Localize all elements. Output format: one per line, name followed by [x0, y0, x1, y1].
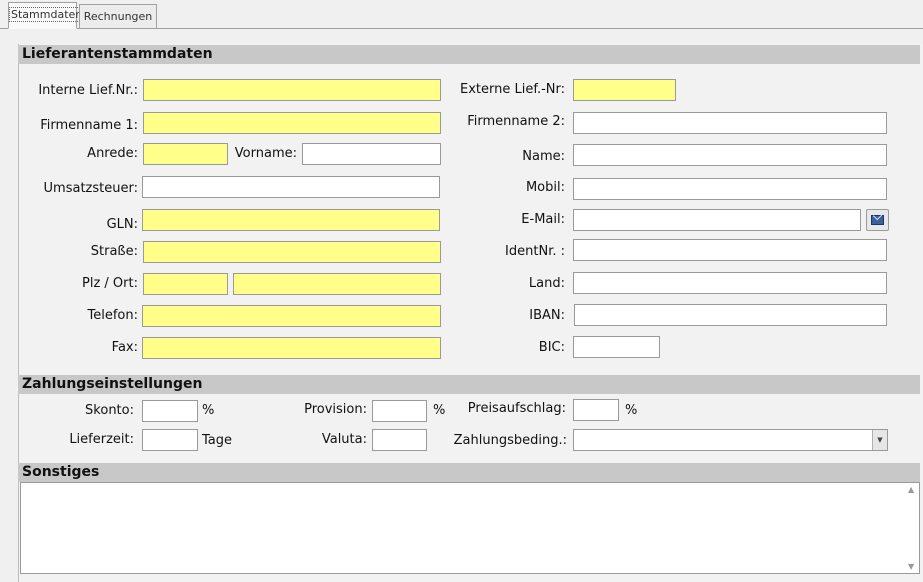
vorname-input[interactable]	[302, 143, 441, 165]
label-firmenname-2: Firmenname 2:	[467, 114, 565, 129]
skonto-input[interactable]	[142, 400, 198, 422]
anrede-input[interactable]	[143, 143, 228, 165]
zahlungsbeding-select[interactable]: ▼	[573, 429, 888, 451]
firmenname-2-input[interactable]	[573, 112, 887, 134]
chevron-down-icon[interactable]: ▼	[872, 430, 887, 450]
label-preisaufschlag: Preisaufschlag:	[467, 401, 566, 416]
bic-input[interactable]	[573, 336, 660, 358]
label-provision: Provision:	[304, 402, 367, 417]
label-plz-ort: Plz / Ort:	[82, 276, 138, 291]
label-vorname: Vorname:	[234, 146, 297, 161]
mobil-input[interactable]	[573, 178, 887, 200]
iban-input[interactable]	[574, 304, 887, 326]
ort-input[interactable]	[233, 273, 441, 295]
label-iban: IBAN:	[529, 308, 565, 323]
skonto-percent: %	[202, 403, 215, 418]
tab-stammdaten[interactable]: Stammdaten	[8, 2, 85, 29]
tab-rechnungen[interactable]: Rechnungen	[79, 4, 157, 28]
umsatzsteuer-input[interactable]	[142, 176, 440, 198]
preisaufschlag-percent: %	[625, 403, 638, 418]
scroll-up-icon[interactable]: ▲	[908, 485, 914, 494]
section-lieferantenstammdaten: Lieferantenstammdaten	[18, 45, 920, 64]
label-identnr: IdentNr. :	[505, 244, 565, 259]
label-land: Land:	[528, 276, 565, 291]
plz-input[interactable]	[143, 273, 228, 295]
externe-lief-nr-input[interactable]	[573, 79, 676, 101]
label-bic: BIC:	[538, 340, 565, 355]
interne-lief-nr-input[interactable]	[143, 79, 441, 101]
label-umsatzsteuer: Umsatzsteuer:	[43, 181, 138, 196]
lieferzeit-tage: Tage	[202, 433, 233, 448]
label-fax: Fax:	[111, 340, 138, 355]
label-lieferzeit: Lieferzeit:	[69, 432, 134, 447]
label-gln: GLN:	[106, 217, 138, 232]
preisaufschlag-input[interactable]	[573, 399, 619, 421]
send-email-button[interactable]	[866, 209, 889, 231]
label-firmenname-1: Firmenname 1:	[40, 118, 138, 133]
sonstiges-textarea[interactable]: ▲ ▼	[20, 482, 920, 574]
gln-input[interactable]	[142, 209, 440, 231]
provision-percent: %	[433, 403, 446, 418]
provision-input[interactable]	[372, 400, 427, 422]
fax-input[interactable]	[142, 337, 441, 359]
section-sonstiges: Sonstiges	[18, 463, 920, 482]
label-zahlungsbeding: Zahlungsbeding.:	[453, 433, 567, 448]
label-externe-lief-nr: Externe Lief.-Nr:	[459, 82, 565, 97]
label-email: E-Mail:	[521, 212, 565, 227]
label-strasse: Straße:	[90, 244, 138, 259]
strasse-input[interactable]	[143, 241, 441, 263]
label-interne-lief-nr: Interne Lief.Nr.:	[38, 83, 138, 98]
tab-stammdaten-label: Stammdaten	[9, 7, 85, 22]
label-name: Name:	[522, 149, 565, 164]
identnr-input[interactable]	[573, 239, 887, 261]
envelope-icon	[871, 215, 884, 225]
sonstiges-scrollbar[interactable]: ▲ ▼	[905, 483, 919, 573]
tab-rechnungen-label: Rechnungen	[83, 10, 153, 23]
name-input[interactable]	[573, 144, 887, 166]
label-telefon: Telefon:	[87, 308, 139, 323]
label-skonto: Skonto:	[85, 403, 134, 418]
telefon-input[interactable]	[142, 305, 441, 327]
label-mobil: Mobil:	[525, 180, 565, 195]
label-anrede: Anrede:	[87, 146, 138, 161]
land-input[interactable]	[573, 272, 887, 294]
section-zahlungseinstellungen: Zahlungseinstellungen	[18, 375, 920, 394]
lieferzeit-input[interactable]	[142, 429, 198, 451]
valuta-input[interactable]	[372, 429, 427, 451]
firmenname-1-input[interactable]	[143, 112, 441, 134]
label-valuta: Valuta:	[321, 432, 367, 447]
scroll-down-icon[interactable]: ▼	[908, 562, 914, 571]
email-input[interactable]	[573, 209, 861, 231]
